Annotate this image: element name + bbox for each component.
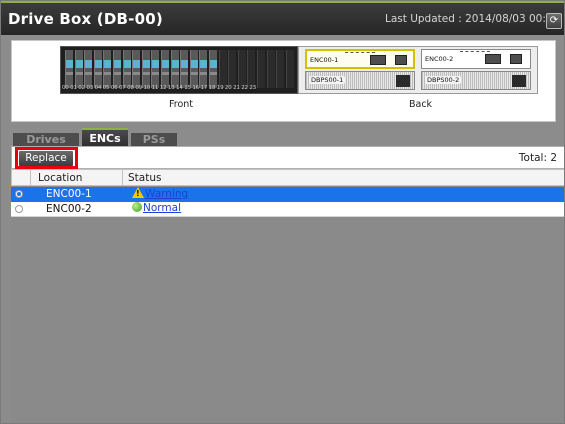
drive-slot[interactable] — [266, 50, 275, 88]
tab-drives[interactable]: Drives — [13, 133, 79, 147]
port-icon — [395, 55, 407, 65]
drive-slot[interactable] — [93, 50, 102, 88]
total-count: Total: 2 — [518, 152, 557, 164]
drive-slot[interactable] — [74, 50, 83, 88]
power-switch-icon — [396, 75, 410, 87]
dbps-module-dbps00-2[interactable]: DBPS00-2 — [421, 71, 531, 90]
drive-slot[interactable] — [151, 50, 160, 88]
drive-slot[interactable] — [199, 50, 208, 88]
port-icon — [510, 54, 522, 64]
drive-slot[interactable] — [209, 50, 217, 88]
normal-icon — [132, 202, 142, 212]
back-caption: Back — [409, 99, 433, 110]
drive-slot[interactable] — [84, 50, 93, 88]
last-updated-label: Last Updated : — [385, 13, 462, 25]
drive-slot[interactable] — [189, 50, 198, 88]
drive-slot[interactable] — [276, 50, 285, 88]
table-header: Location Status — [11, 169, 564, 186]
tab-pss[interactable]: PSs — [131, 133, 177, 147]
port-icon — [485, 54, 501, 64]
toolbar: Replace Total: 2 — [11, 146, 564, 169]
last-updated: Last Updated : 2014/08/03 00:40 — [385, 13, 559, 25]
status-link-normal[interactable]: Normal — [143, 202, 181, 214]
column-divider — [30, 170, 31, 186]
location-cell: ENC00-2 — [46, 203, 92, 215]
enc-module-enc00-2[interactable]: ENC00-2 — [421, 49, 531, 69]
column-divider — [122, 170, 123, 186]
status-cell: ! Warning — [132, 187, 188, 200]
title-bar: Drive Box (DB-00) Last Updated : 2014/08… — [1, 3, 564, 35]
drive-slot[interactable] — [285, 50, 294, 88]
status-link-warning[interactable]: Warning — [145, 188, 188, 200]
port-icon — [370, 55, 386, 65]
drive-slot[interactable] — [132, 50, 141, 88]
drive-slot[interactable] — [218, 50, 227, 88]
row-radio[interactable] — [15, 205, 23, 213]
enc-module-enc00-1[interactable]: ENC00-1 — [305, 49, 415, 69]
drive-slot[interactable] — [247, 50, 256, 88]
drive-slot[interactable] — [113, 50, 121, 88]
page-title: Drive Box (DB-00) — [8, 10, 163, 28]
drive-slot[interactable] — [170, 50, 179, 88]
power-switch-icon — [512, 75, 526, 87]
drive-slot[interactable] — [237, 50, 246, 88]
table-empty-area — [11, 217, 564, 423]
drive-slot[interactable] — [65, 50, 73, 88]
column-header-location[interactable]: Location — [38, 172, 82, 184]
status-cell: Normal — [132, 202, 181, 214]
tab-encs[interactable]: ENCs — [82, 128, 128, 147]
encs-panel: Replace Total: 2 Location Status ENC00-1… — [11, 146, 564, 423]
front-caption: Front — [169, 99, 194, 110]
warning-icon: ! — [132, 187, 144, 198]
location-cell: ENC00-1 — [46, 188, 92, 200]
drive-box-window: Drive Box (DB-00) Last Updated : 2014/08… — [0, 0, 565, 424]
drive-slot[interactable] — [228, 50, 237, 88]
enc-label: ENC00-2 — [425, 55, 454, 63]
back-chassis: ENC00-1 ENC00-2 DBPS00-1 DBPS00-2 — [298, 46, 538, 94]
enc-label: ENC00-1 — [310, 56, 339, 64]
dbps-label: DBPS00-1 — [309, 76, 346, 84]
drive-slot[interactable] — [141, 50, 150, 88]
dbps-label: DBPS00-2 — [425, 76, 462, 84]
table-row[interactable]: ENC00-2 Normal — [11, 202, 564, 217]
replace-button[interactable]: Replace — [19, 151, 73, 166]
drive-slot[interactable] — [103, 50, 112, 88]
row-radio[interactable] — [15, 190, 23, 198]
drive-slot[interactable] — [122, 50, 131, 88]
slot-numbers: 00 01 02 03 04 05 06 07 08 09 10 11 12 1… — [62, 85, 256, 91]
drive-slot[interactable] — [161, 50, 169, 88]
refresh-icon[interactable]: ⟳ — [546, 13, 562, 29]
column-header-status[interactable]: Status — [128, 172, 161, 184]
front-chassis: 00 01 02 03 04 05 06 07 08 09 10 11 12 1… — [60, 46, 298, 94]
drive-box-graphic: 00 01 02 03 04 05 06 07 08 09 10 11 12 1… — [11, 40, 556, 122]
dbps-module-dbps00-1[interactable]: DBPS00-1 — [305, 71, 415, 90]
drive-slot[interactable] — [257, 50, 265, 88]
drive-slot[interactable] — [180, 50, 189, 88]
table-row[interactable]: ENC00-1 ! Warning — [11, 187, 564, 202]
